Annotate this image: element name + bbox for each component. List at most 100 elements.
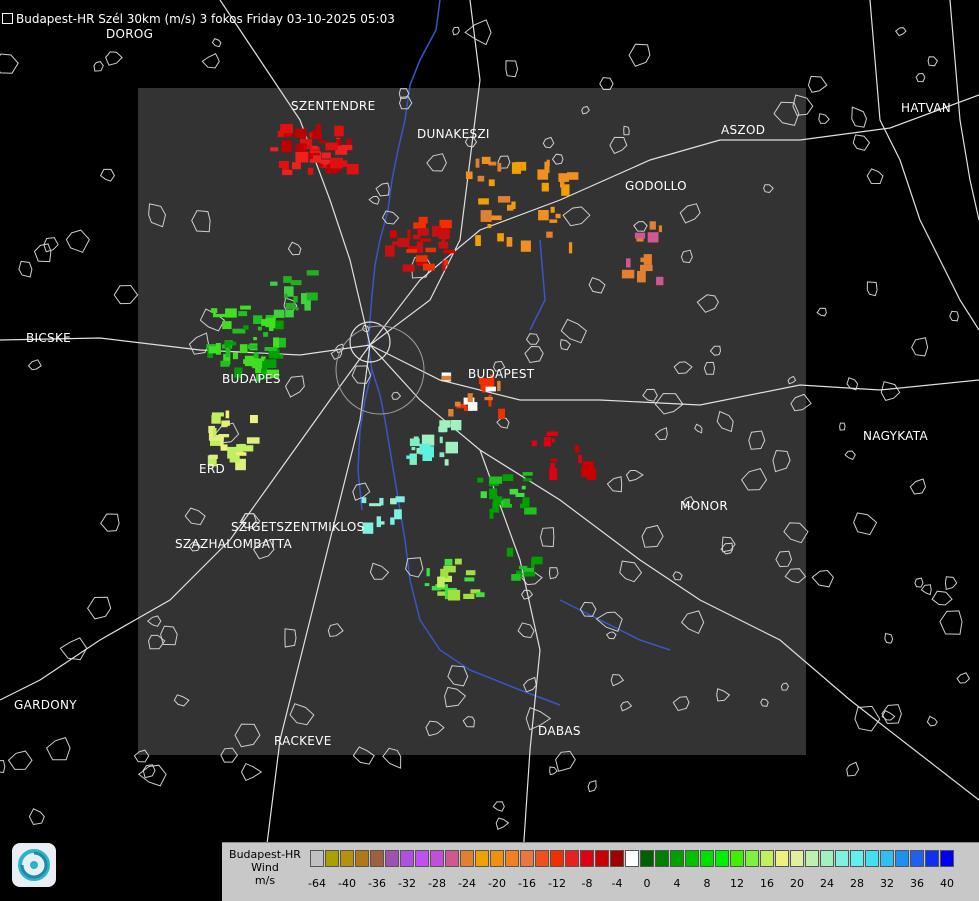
radar-echo: [311, 130, 322, 140]
radar-echo: [273, 309, 285, 318]
radar-echo: [468, 402, 478, 411]
radar-echo: [549, 219, 558, 223]
radar-echo: [524, 507, 537, 515]
radar-echo: [261, 319, 273, 326]
radar-echo: [634, 232, 646, 239]
radar-echo: [334, 125, 344, 137]
radar-echo: [465, 570, 476, 576]
radar-echo: [218, 434, 230, 438]
legend-tick: 12: [730, 877, 744, 890]
radar-echo: [448, 409, 454, 417]
radar-echo: [306, 270, 319, 276]
radar-echo: [497, 380, 501, 392]
radar-echo: [443, 421, 448, 429]
legend-swatch: [595, 850, 609, 867]
radar-echo: [226, 341, 237, 346]
legend-swatch: [325, 850, 339, 867]
radar-echo: [402, 264, 415, 272]
radar-echo: [244, 355, 254, 367]
radar-echo: [411, 447, 416, 451]
radar-echo: [438, 241, 449, 249]
radar-echo: [346, 164, 359, 175]
radar-echo: [637, 270, 646, 283]
radar-echo: [409, 438, 420, 447]
map-title: Budapest-HR Szél 30km (m/s) 3 fokos Frid…: [0, 12, 395, 26]
city-label-bicske: BICSKE: [26, 331, 72, 345]
radar-echo: [444, 558, 453, 566]
radar-echo: [239, 344, 248, 354]
legend-swatch: [310, 850, 324, 867]
radar-echo: [444, 459, 449, 466]
radar-echo: [283, 276, 292, 283]
radar-echo: [439, 219, 452, 229]
legend-swatch: [745, 850, 759, 867]
radar-echo: [243, 325, 249, 330]
radar-echo: [270, 281, 278, 286]
radar-echo: [212, 313, 226, 318]
legend-swatch: [670, 850, 684, 867]
radar-echo: [346, 138, 352, 146]
radar-echo: [301, 293, 307, 305]
radar-echo: [531, 440, 537, 447]
radar-echo: [520, 240, 531, 252]
radar-echo: [546, 231, 553, 238]
radar-echo: [292, 162, 301, 170]
legend-tick: -16: [518, 877, 536, 890]
radar-echo: [444, 259, 449, 266]
radar-echo: [487, 224, 492, 229]
radar-echo: [330, 157, 343, 169]
radar-echo: [445, 441, 458, 454]
radar-echo: [318, 140, 327, 144]
radar-echo: [208, 432, 213, 441]
radar-echo: [541, 182, 549, 192]
legend-swatch: [460, 850, 474, 867]
city-label-budapest: BUDAPEST: [468, 367, 535, 381]
radar-echo: [506, 547, 514, 557]
radar-echo: [581, 467, 594, 477]
radar-echo: [555, 213, 561, 219]
radar-echo: [280, 123, 293, 134]
legend-swatch: [490, 850, 504, 867]
radar-echo: [274, 320, 284, 330]
radar-echo: [484, 397, 493, 401]
legend-tick: -32: [398, 877, 416, 890]
radar-echo: [264, 347, 278, 351]
radar-echo: [313, 155, 322, 161]
radar-echo: [465, 171, 473, 180]
radar-echo: [212, 427, 217, 438]
radar-echo: [307, 167, 314, 175]
legend-swatch: [385, 850, 399, 867]
radar-echo: [281, 140, 292, 153]
legend-swatch: [880, 850, 894, 867]
radar-echo: [546, 431, 558, 436]
radar-echo: [285, 309, 294, 318]
radar-echo: [416, 241, 422, 252]
radar-echo: [295, 143, 307, 152]
radar-echo: [252, 358, 262, 369]
radar-echo: [209, 454, 218, 459]
radar-echo: [521, 485, 526, 490]
radar-echo: [369, 503, 381, 507]
radar-echo: [574, 445, 580, 453]
radar-echo: [480, 491, 487, 499]
legend-title: Budapest-HR Wind m/s: [229, 848, 301, 887]
radar-echo: [438, 229, 450, 240]
legend-swatch: [805, 850, 819, 867]
city-label-dunakeszi: DUNAKESZI: [417, 127, 490, 141]
radar-echo: [464, 577, 475, 582]
radar-coverage-area: [138, 88, 806, 755]
city-label-budapest-w: BUDAPES: [222, 372, 281, 386]
legend-swatch: [400, 850, 414, 867]
legend-swatch: [535, 850, 549, 867]
radar-echo: [305, 292, 318, 301]
legend-swatch: [520, 850, 534, 867]
radar-echo: [283, 293, 288, 299]
legend-swatch: [730, 850, 744, 867]
legend-swatch: [940, 850, 954, 867]
radar-echo: [523, 571, 535, 577]
city-label-dabas: DABAS: [538, 724, 581, 738]
legend-swatch: [415, 850, 429, 867]
radar-echo: [578, 454, 582, 464]
legend-tick: 4: [673, 877, 681, 890]
legend-swatch: [505, 850, 519, 867]
